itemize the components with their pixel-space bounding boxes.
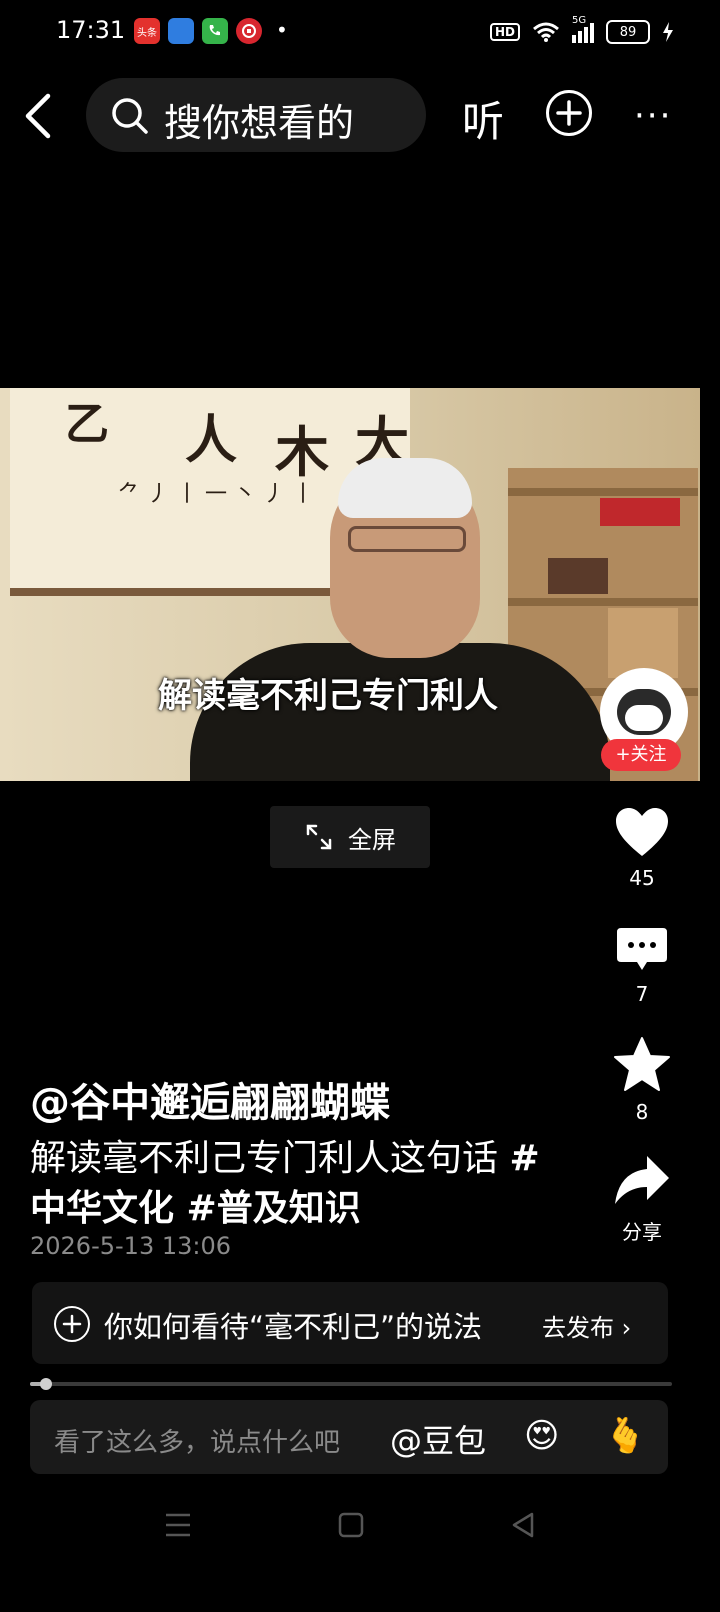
favorite-count: 8 [635,1100,649,1124]
like-count: 45 [629,866,655,890]
ink-stroke: ⼄ [65,399,109,450]
video-subtitle-text: 解读毫不利己专门利人 [158,676,498,716]
comment-input[interactable]: 看了这么多，说点什么吧 [54,1422,340,1459]
follow-button[interactable]: +关注 [601,739,681,771]
expand-icon [306,824,332,850]
favorite-button[interactable]: 8 [602,1036,682,1124]
shelf-item [548,558,608,594]
share-button[interactable]: 分享 [602,1154,682,1245]
fullscreen-label: 全屏 [348,825,396,854]
shelf-plank [508,598,698,606]
publish-button[interactable]: 去发布 › [542,1308,631,1343]
progress-bar[interactable] [30,1382,672,1386]
person-glasses [348,526,466,552]
network-type: 5G [572,15,587,26]
shelf-item [600,498,680,526]
system-nav-bar [0,1490,720,1612]
post-author[interactable]: @谷中邂逅翩翩蝴蝶 [30,1070,390,1128]
share-icon [615,1156,669,1204]
hd-badge: HD [489,23,520,41]
chevron-left-icon [25,93,51,139]
wifi-icon [533,22,559,42]
emoji-button[interactable]: 😍 [524,1416,559,1456]
heart-icon [616,808,668,856]
bank-app-icon [236,18,262,44]
person-hair [338,458,472,518]
doubao-mention-button[interactable]: @豆包 [390,1416,486,1462]
post-caption: 解读毫不利己专门利人这句话 # 中华文化 #普及知识 [30,1134,590,1234]
more-button[interactable]: ··· [634,96,672,136]
ink-stroke: ⺈ ⼃ ⼁ ⼀ ⼂ ⼃ ⼁ [118,482,314,507]
video-player[interactable]: ⼄ ⼈ ⽊ ⼤ ⺈ ⼃ ⼁ ⼀ ⼂ ⼃ ⼁ 解读毫不利己专门利人 +关注 [0,388,700,781]
comment-count: 7 [635,982,649,1006]
status-time: 17:31 [56,16,126,44]
caption-text: 解读毫不利己专门利人这句话 [30,1138,510,1179]
video-subtitle: 解读毫不利己专门利人 [0,668,700,717]
share-label: 分享 [622,1220,662,1244]
back-button[interactable] [18,88,62,144]
listen-button[interactable]: 听 [462,88,504,149]
back-triangle-icon[interactable] [510,1512,536,1538]
shelf-plank [508,488,698,496]
avatar-cat-face [625,705,663,731]
topic-text: 你如何看待“毫不利己”的说法 [104,1310,483,1344]
post-timestamp: 2026-5-13 13:06 [30,1232,231,1260]
comment-icon [617,928,667,970]
status-indicators: HD 5G 89 [489,15,674,46]
charging-icon [663,22,673,42]
search-placeholder[interactable]: 搜你想看的 [164,92,354,147]
add-button[interactable] [546,90,592,136]
phone-app-icon [202,18,228,44]
menu-icon[interactable] [164,1512,192,1538]
plus-icon [556,100,582,126]
add-topic-icon [54,1306,90,1342]
comment-button[interactable]: 7 [602,926,682,1006]
star-icon [614,1037,670,1091]
notification-dot: • [276,18,288,42]
status-bar: 17:31 头条 • HD 5G 89 [0,0,720,66]
blue-app-icon [168,18,194,44]
comment-input-bar[interactable]: 看了这么多，说点什么吧 @豆包 😍 🫰 [30,1400,668,1474]
ink-stroke: ⼈ [185,410,238,471]
finger-heart-button[interactable]: 🫰 [604,1416,646,1456]
hashtags[interactable]: 中华文化 #普及知识 [30,1188,361,1229]
toutiao-app-icon: 头条 [134,18,160,44]
like-button[interactable]: 45 [602,806,682,890]
search-icon [112,98,148,134]
battery-icon: 89 [606,20,650,44]
fullscreen-button[interactable]: 全屏 [270,806,430,868]
signal-icon: 5G [572,15,594,43]
hashtag-symbol[interactable]: # [509,1138,539,1179]
avatar-cat [617,689,671,735]
topic-prompt-bar[interactable]: 你如何看待“毫不利己”的说法 去发布 › [32,1282,668,1364]
progress-handle[interactable] [40,1378,52,1390]
home-icon[interactable] [338,1512,364,1538]
